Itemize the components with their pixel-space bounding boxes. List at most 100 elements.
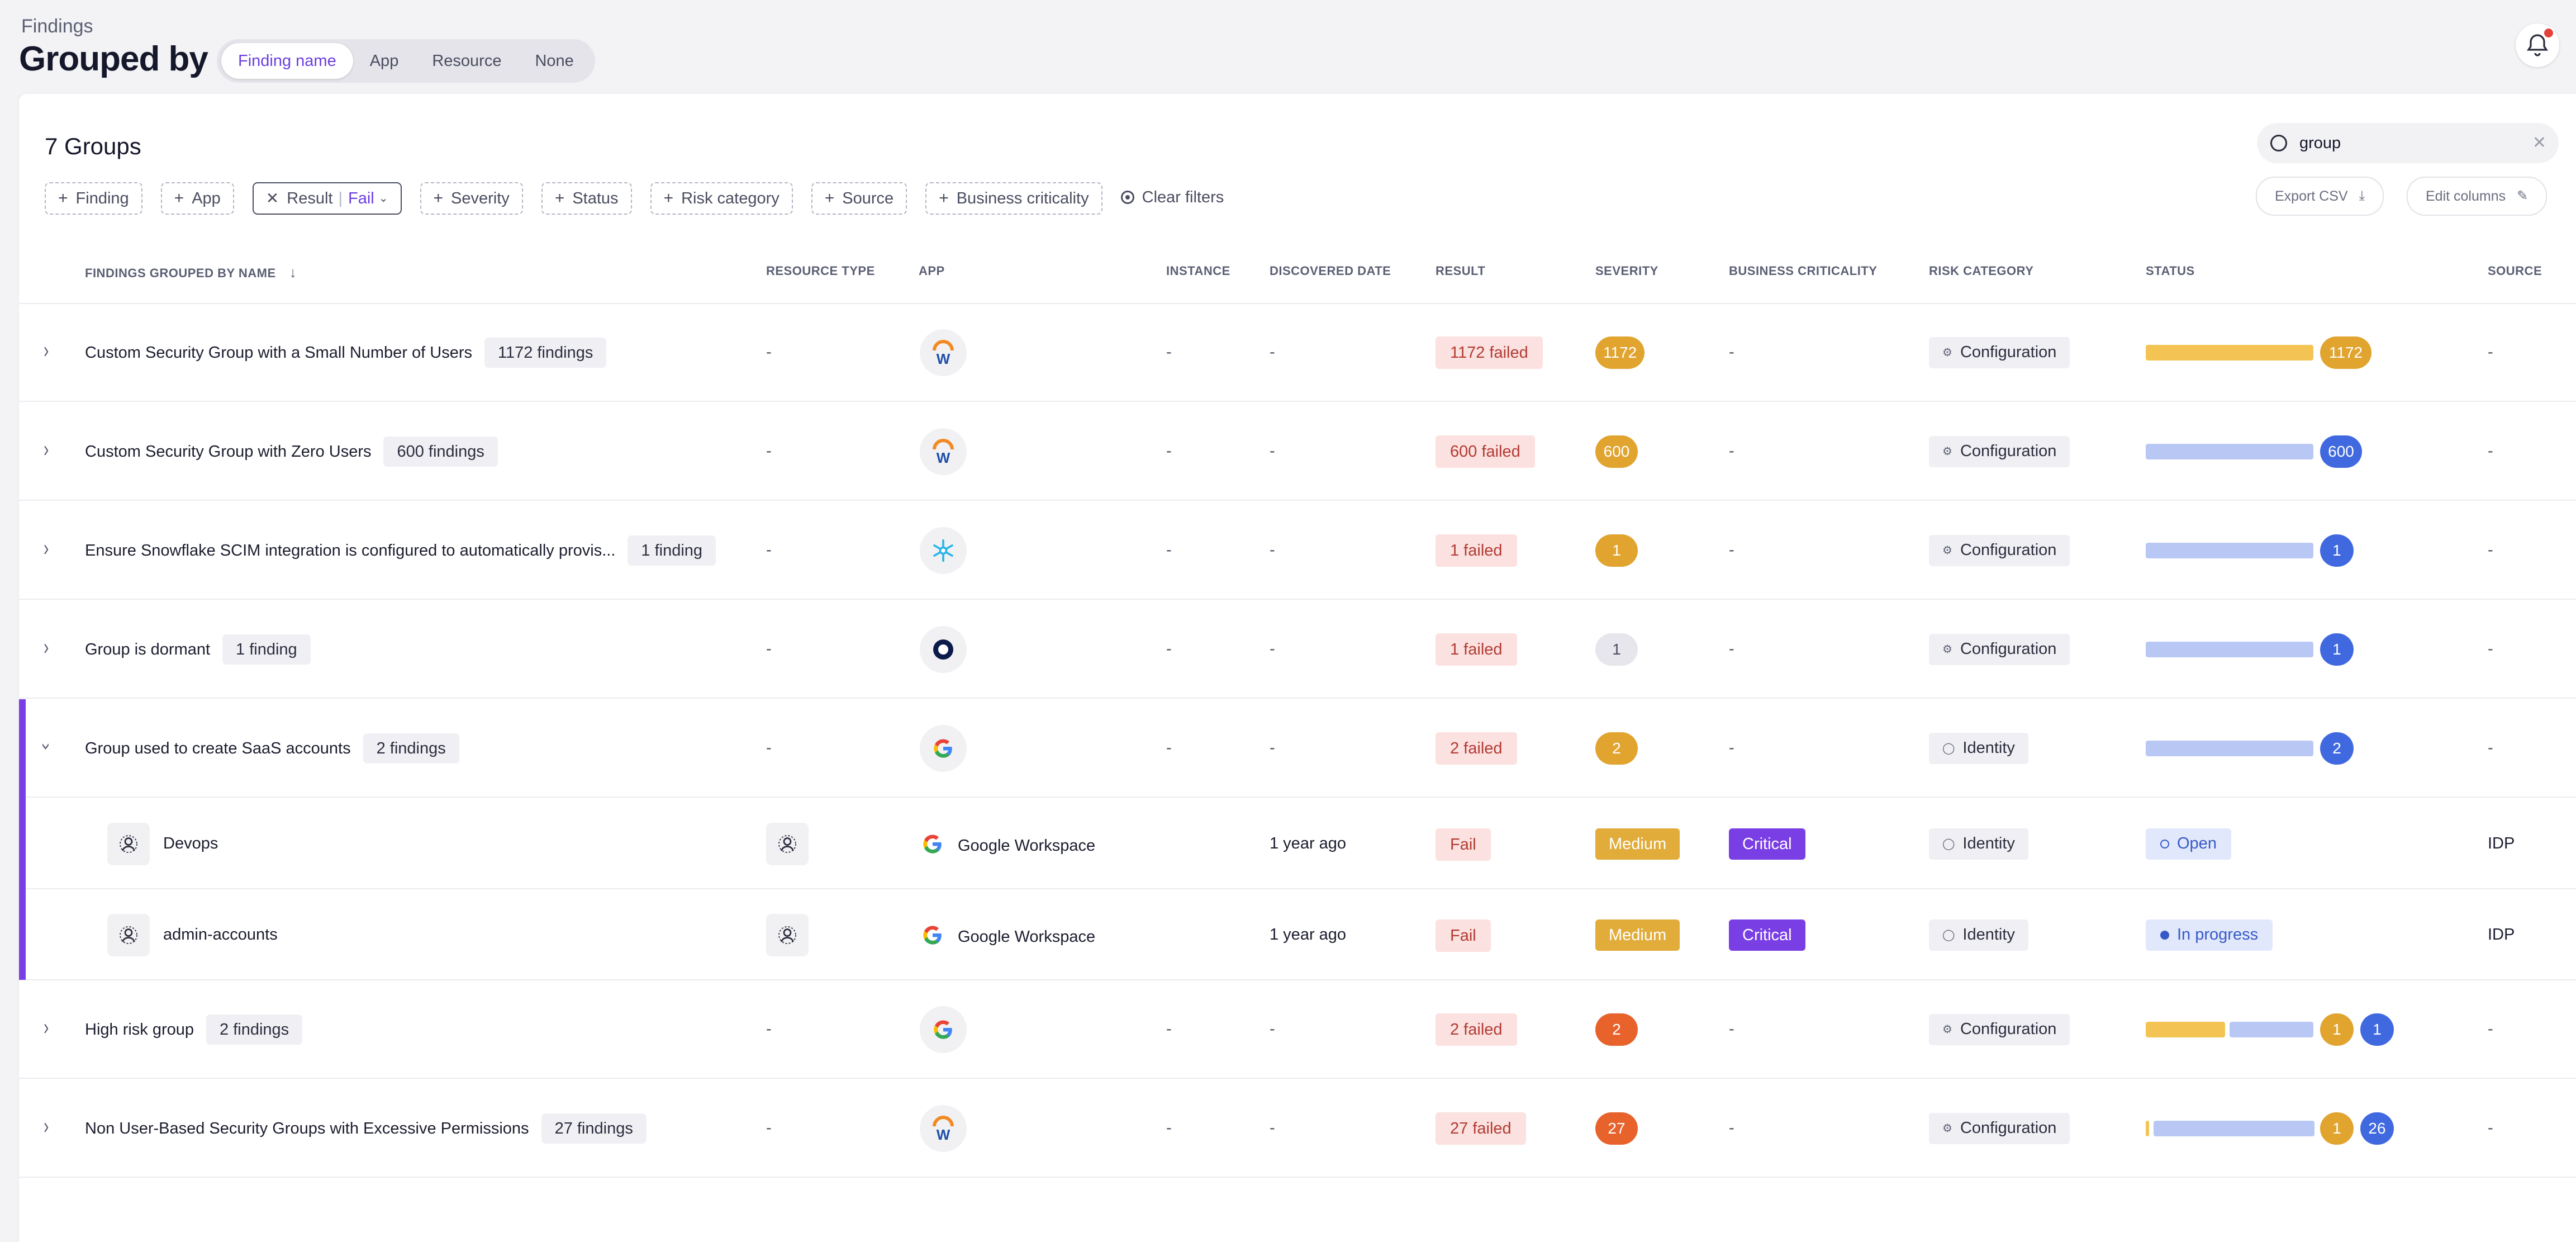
google-icon [920, 1006, 967, 1053]
remove-filter-icon[interactable]: ✕ [266, 183, 279, 214]
breadcrumb[interactable]: Findings [21, 16, 93, 37]
chevron-down-icon[interactable]: › [37, 742, 55, 750]
column-header-app[interactable]: APP [919, 264, 945, 278]
result-cell: 1172 failed [1436, 336, 1543, 369]
filter-business-criticality[interactable]: + Business criticality [925, 182, 1102, 215]
filter-finding[interactable]: + Finding [45, 182, 142, 215]
group-row[interactable]: › Group used to create SaaS accounts 2 fin… [19, 699, 2576, 798]
result-badge: 2 failed [1436, 732, 1517, 765]
filter-result[interactable]: ✕ Result | Fail ⌄ [252, 182, 402, 215]
business-criticality-value: - [1729, 541, 1734, 559]
status-cell: In progress [2146, 919, 2273, 951]
findings-count-badge: 1 finding [222, 634, 311, 665]
group-by-app[interactable]: App [353, 43, 416, 79]
column-header-risk-category[interactable]: RISK CATEGORY [1929, 264, 2033, 278]
group-name-cell: Custom Security Group with Zero Users 600… [85, 436, 498, 467]
column-header-instance[interactable]: INSTANCE [1166, 264, 1230, 278]
group-icon [107, 822, 150, 865]
source-value: - [2488, 442, 2493, 460]
filter-app[interactable]: + App [160, 182, 234, 215]
severity-cell: 27 [1595, 1112, 1638, 1145]
status-progress-bar [2146, 1120, 2149, 1136]
status-count-badge: 1 [2320, 633, 2354, 666]
chevron-right-icon[interactable]: › [44, 536, 49, 561]
chevron-right-icon[interactable]: › [44, 437, 49, 462]
discovered-date-value: - [1270, 738, 1275, 757]
notifications-button[interactable] [2516, 23, 2559, 67]
group-name[interactable]: Group is dormant [85, 641, 210, 658]
column-header-source[interactable]: SOURCE [2488, 264, 2542, 278]
google-icon [921, 923, 944, 951]
group-by-none[interactable]: None [518, 43, 590, 79]
svg-text:W: W [937, 350, 950, 366]
group-name[interactable]: Custom Security Group with a Small Numbe… [85, 344, 472, 362]
status-badge[interactable]: In progress [2146, 919, 2273, 951]
group-name[interactable]: Non User-Based Security Groups with Exce… [85, 1120, 529, 1137]
group-name[interactable]: Group used to create SaaS accounts [85, 739, 351, 757]
group-by-resource[interactable]: Resource [415, 43, 518, 79]
filter-status[interactable]: + Status [541, 182, 632, 215]
group-row[interactable]: › Custom Security Group with a Small Numb… [19, 303, 2576, 402]
discovered-date-value: 1 year ago [1270, 925, 1347, 944]
severity-badge: 2 [1595, 1013, 1638, 1046]
filter-risk-category[interactable]: + Risk category [650, 182, 793, 215]
severity-cell: 1172 [1595, 336, 1645, 369]
source-value: IDP [2488, 834, 2515, 852]
group-row[interactable]: › Custom Security Group with Zero Users 60… [19, 402, 2576, 501]
group-name-cell: Non User-Based Security Groups with Exce… [85, 1113, 647, 1144]
status-count-badge: 1 [2320, 1013, 2354, 1046]
filter-severity[interactable]: + Severity [420, 182, 523, 215]
column-header-status[interactable]: STATUS [2146, 264, 2195, 278]
group-by-finding-name[interactable]: Finding name [221, 43, 353, 79]
group-row[interactable]: › Ensure Snowflake SCIM integration is co… [19, 501, 2576, 600]
chevron-right-icon[interactable]: › [44, 1114, 49, 1139]
instance-value: - [1166, 738, 1172, 757]
source-value: IDP [2488, 925, 2515, 944]
risk-category-label: Identity [1962, 926, 2015, 944]
risk-category-label: Configuration [1960, 343, 2057, 361]
group-name[interactable]: Custom Security Group with Zero Users [85, 443, 371, 461]
column-header-resource-type[interactable]: RESOURCE TYPE [766, 264, 875, 278]
plus-icon: + [663, 189, 674, 207]
status-count-badge: 1172 [2320, 336, 2371, 369]
severity-badge: 600 [1595, 435, 1638, 468]
column-header-name[interactable]: FINDINGS GROUPED BY NAME ↓ [85, 264, 297, 281]
result-cell: 2 failed [1436, 1013, 1517, 1046]
column-header-business-criticality[interactable]: BUSINESS CRITICALITY [1729, 264, 1877, 278]
group-name[interactable]: Ensure Snowflake SCIM integration is con… [85, 542, 615, 560]
clear-filters-button[interactable]: Clear filters [1120, 182, 1224, 212]
findings-count-badge: 1 finding [628, 535, 716, 566]
instance-value: - [1166, 639, 1172, 658]
filter-source[interactable]: + Source [811, 182, 907, 215]
group-name[interactable]: High risk group [85, 1021, 194, 1039]
group-row[interactable]: › Non User-Based Security Groups with Exc… [19, 1079, 2576, 1178]
group-row[interactable]: › High risk group 2 findings - - - 2 failed 2 - ⚙… [19, 980, 2576, 1079]
child-name[interactable]: Devops [163, 835, 218, 853]
child-row[interactable]: Devops Google Workspace 1 year ago Fail Medi… [19, 798, 2576, 889]
chevron-right-icon[interactable]: › [44, 338, 49, 363]
result-cell: Fail [1436, 919, 1491, 952]
edit-columns-button[interactable]: Edit columns ✎ [2407, 177, 2548, 216]
group-row[interactable]: › Group is dormant 1 finding - - - 1 failed 1 - ⚙… [19, 600, 2576, 699]
source-value: - [2488, 541, 2493, 559]
severity-badge: 27 [1595, 1112, 1638, 1145]
child-name[interactable]: admin-accounts [163, 926, 278, 944]
search-input[interactable]: group ✕ [2257, 123, 2559, 163]
column-header-severity[interactable]: SEVERITY [1595, 264, 1658, 278]
configuration-icon: ⚙ [1942, 544, 1952, 557]
risk-category-cell: ⚙ Configuration [1929, 1013, 2070, 1045]
chevron-right-icon[interactable]: › [44, 635, 49, 660]
status-progress-bar [2146, 542, 2313, 558]
status-count-badge: 1 [2320, 1112, 2354, 1145]
app-name: Google Workspace [958, 837, 1096, 855]
column-header-result[interactable]: RESULT [1436, 264, 1485, 278]
chevron-right-icon[interactable]: › [44, 1015, 49, 1040]
status-badge[interactable]: Open [2146, 828, 2231, 860]
column-header-discovered-date[interactable]: DISCOVERED DATE [1270, 264, 1391, 278]
clear-search-icon[interactable]: ✕ [2532, 133, 2546, 153]
child-row[interactable]: admin-accounts Google Workspace 1 year ago… [19, 889, 2576, 980]
export-csv-button[interactable]: Export CSV ⤓ [2256, 177, 2384, 216]
risk-category-label: Configuration [1960, 640, 2057, 658]
discovered-date-value: - [1270, 343, 1275, 361]
sort-down-icon[interactable]: ↓ [289, 264, 297, 281]
